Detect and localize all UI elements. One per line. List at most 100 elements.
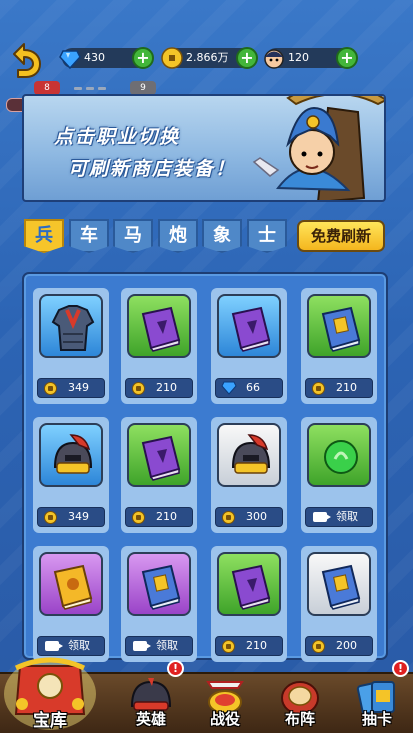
- tab-advisor[interactable]: 士: [247, 219, 287, 253]
- price-label: 210: [156, 381, 177, 394]
- gem-value: 430: [84, 51, 105, 64]
- shop-item-card[interactable]: 210: [121, 288, 197, 404]
- price-label: 200: [336, 639, 357, 652]
- price-label: 210: [336, 381, 357, 394]
- item-icon-frame: [307, 552, 371, 616]
- helmet-icon: [53, 434, 93, 474]
- shop-item-card[interactable]: 领取: [33, 546, 109, 662]
- stamina-counter: 120 +: [264, 47, 358, 69]
- gem-counter: 430 +: [59, 47, 154, 70]
- card-draw-alert-badge: !: [392, 660, 409, 677]
- coin-icon: [44, 382, 57, 395]
- stage-dash: [86, 87, 94, 90]
- blue-book-icon: [141, 564, 181, 610]
- back-button[interactable]: [4, 40, 44, 80]
- coin-icon: [222, 511, 235, 524]
- add-stamina-button[interactable]: +: [336, 47, 358, 69]
- video-camera-icon: [313, 512, 331, 522]
- tab-cannon[interactable]: 炮: [158, 219, 198, 253]
- nav-label-treasury: 宝库: [33, 711, 67, 731]
- item-icon-frame: [39, 423, 103, 487]
- price-label: 300: [246, 510, 267, 523]
- shop-item-card[interactable]: 210: [121, 417, 197, 533]
- nav-item-hero[interactable]: 英雄: [116, 676, 186, 733]
- buy-button[interactable]: 210: [125, 507, 193, 527]
- stage-dash: [74, 87, 82, 90]
- shop-item-card[interactable]: 210: [211, 546, 287, 662]
- price-label: 210: [246, 639, 267, 652]
- watch-ad-claim-button[interactable]: 领取: [305, 507, 373, 527]
- nav-item-treasury[interactable]: 宝库: [2, 648, 98, 733]
- nav-label-hero: 英雄: [135, 710, 166, 728]
- shop-item-card[interactable]: 300: [211, 417, 287, 533]
- stage-left-label: 8: [34, 81, 60, 95]
- tab-horse[interactable]: 马: [113, 219, 153, 253]
- shop-item-card[interactable]: 领取: [121, 546, 197, 662]
- coin-icon: [132, 382, 145, 395]
- gem-icon: [221, 381, 237, 395]
- stage-dash: [98, 87, 106, 90]
- shop-item-card[interactable]: 349: [33, 417, 109, 533]
- item-icon-frame: [217, 552, 281, 616]
- tab-elephant[interactable]: 象: [202, 219, 242, 253]
- nav-item-battle[interactable]: 战役: [190, 676, 260, 733]
- item-icon-frame: [39, 552, 103, 616]
- soldier-head-icon: [264, 49, 284, 69]
- nav-label-formation: 布阵: [284, 710, 315, 728]
- gem-icon: [59, 50, 81, 70]
- shop-item-card[interactable]: 210: [301, 288, 377, 404]
- coin-icon: [161, 47, 183, 69]
- helmet-icon: [231, 434, 271, 474]
- shop-item-card[interactable]: 200: [301, 546, 377, 662]
- item-icon-frame: [127, 294, 191, 358]
- coin-icon: [312, 640, 325, 653]
- nav-item-card-draw[interactable]: 抽卡: [342, 676, 412, 733]
- gold-book-icon: [53, 564, 93, 610]
- nav-item-formation[interactable]: 布阵: [265, 676, 335, 733]
- price-label: 66: [246, 381, 260, 394]
- purple-book-icon: [231, 306, 271, 352]
- banner-line-2: 可刷新商店装备！: [68, 158, 237, 180]
- item-icon-frame: [307, 294, 371, 358]
- blue-book-icon: [321, 306, 361, 352]
- strategist-hero-icon: [252, 96, 384, 200]
- add-gem-button[interactable]: +: [132, 47, 154, 69]
- nav-label-battle: 战役: [209, 710, 240, 728]
- watch-ad-claim-button[interactable]: 领取: [125, 636, 193, 656]
- shop-item-card[interactable]: 66: [211, 288, 287, 404]
- add-coin-button[interactable]: +: [236, 47, 258, 69]
- armor-icon: [51, 305, 95, 351]
- price-label: 349: [68, 510, 89, 523]
- shop-item-card[interactable]: 领取: [301, 417, 377, 533]
- item-icon-frame: [39, 294, 103, 358]
- shop-item-card[interactable]: 349: [33, 288, 109, 404]
- buy-button[interactable]: 66: [215, 378, 283, 398]
- buy-button[interactable]: 300: [215, 507, 283, 527]
- free-refresh-button[interactable]: 免费刷新: [297, 220, 385, 252]
- banner-line-1: 点击职业切换: [54, 126, 181, 148]
- buy-button[interactable]: 210: [125, 378, 193, 398]
- tab-soldier[interactable]: 兵: [24, 219, 64, 253]
- buy-button[interactable]: 210: [215, 636, 283, 656]
- price-label: 领取: [336, 510, 358, 523]
- purple-book-icon: [141, 435, 181, 481]
- stamina-value: 120: [288, 51, 309, 64]
- purple-book-icon: [141, 306, 181, 352]
- coin-icon: [44, 511, 57, 524]
- green-orb-icon: [324, 440, 358, 474]
- coin-icon: [312, 382, 325, 395]
- buy-button[interactable]: 349: [37, 378, 105, 398]
- buy-button[interactable]: 210: [305, 378, 373, 398]
- buy-button[interactable]: 200: [305, 636, 373, 656]
- nav-label-card-draw: 抽卡: [361, 710, 392, 728]
- price-label: 210: [156, 510, 177, 523]
- item-icon-frame: [127, 552, 191, 616]
- hero-alert-badge: !: [167, 660, 184, 677]
- item-icon-frame: [127, 423, 191, 487]
- buy-button[interactable]: 349: [37, 507, 105, 527]
- video-camera-icon: [133, 641, 151, 651]
- purple-book-icon: [231, 564, 271, 610]
- tab-chariot[interactable]: 车: [69, 219, 109, 253]
- blue-book-icon: [321, 564, 361, 610]
- coin-counter: 2.866万 +: [161, 47, 258, 69]
